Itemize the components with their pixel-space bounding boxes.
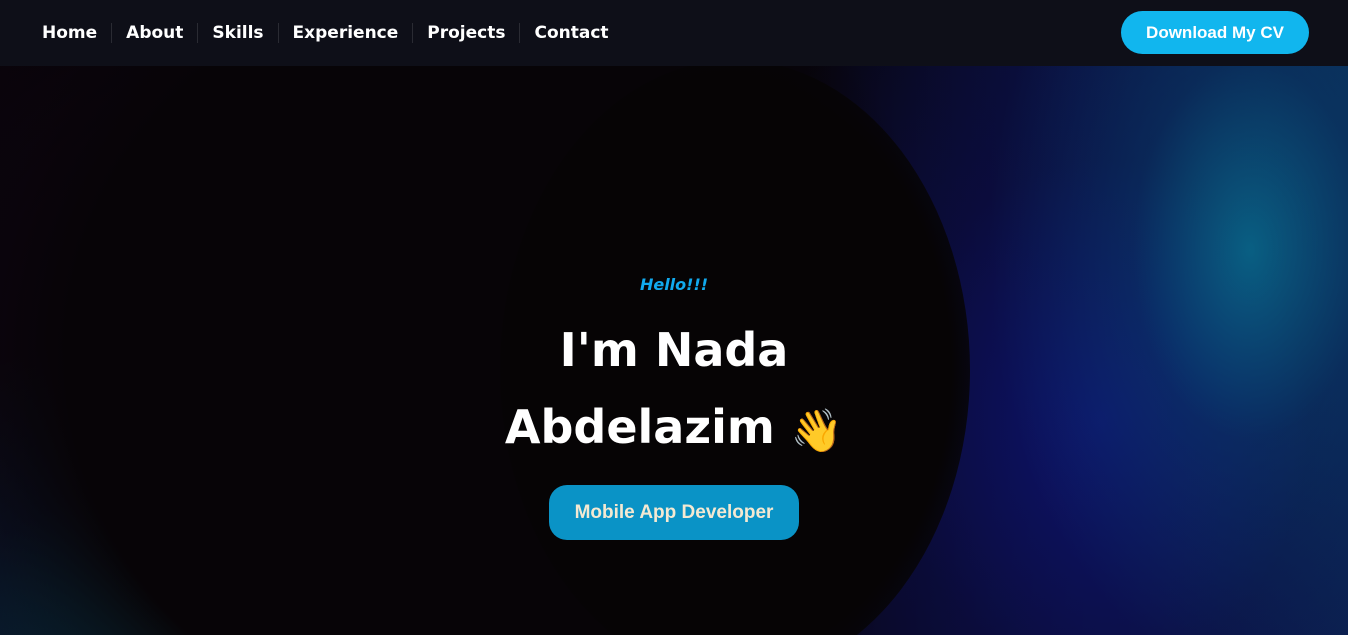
waving-hand-icon: 👋: [790, 405, 844, 455]
top-navbar: Home About Skills Experience Projects Co…: [0, 0, 1348, 66]
nav-link-home[interactable]: Home: [28, 23, 111, 43]
download-cv-button[interactable]: Download My CV: [1121, 11, 1309, 54]
nav-links: Home About Skills Experience Projects Co…: [28, 23, 623, 43]
greeting-text: Hello!!!: [639, 275, 709, 294]
hero-name: I'm Nada Abdelazim 👋: [464, 312, 884, 466]
nav-link-skills[interactable]: Skills: [197, 23, 277, 43]
hero-content: Hello!!! I'm Nada Abdelazim 👋 Mobile App…: [0, 66, 1348, 635]
nav-link-contact[interactable]: Contact: [519, 23, 622, 43]
name-line-2: Abdelazim: [504, 400, 775, 454]
nav-link-experience[interactable]: Experience: [277, 23, 413, 43]
name-line-1: I'm Nada: [559, 323, 789, 377]
nav-link-projects[interactable]: Projects: [412, 23, 519, 43]
nav-link-about[interactable]: About: [111, 23, 197, 43]
role-button[interactable]: Mobile App Developer: [549, 485, 799, 540]
